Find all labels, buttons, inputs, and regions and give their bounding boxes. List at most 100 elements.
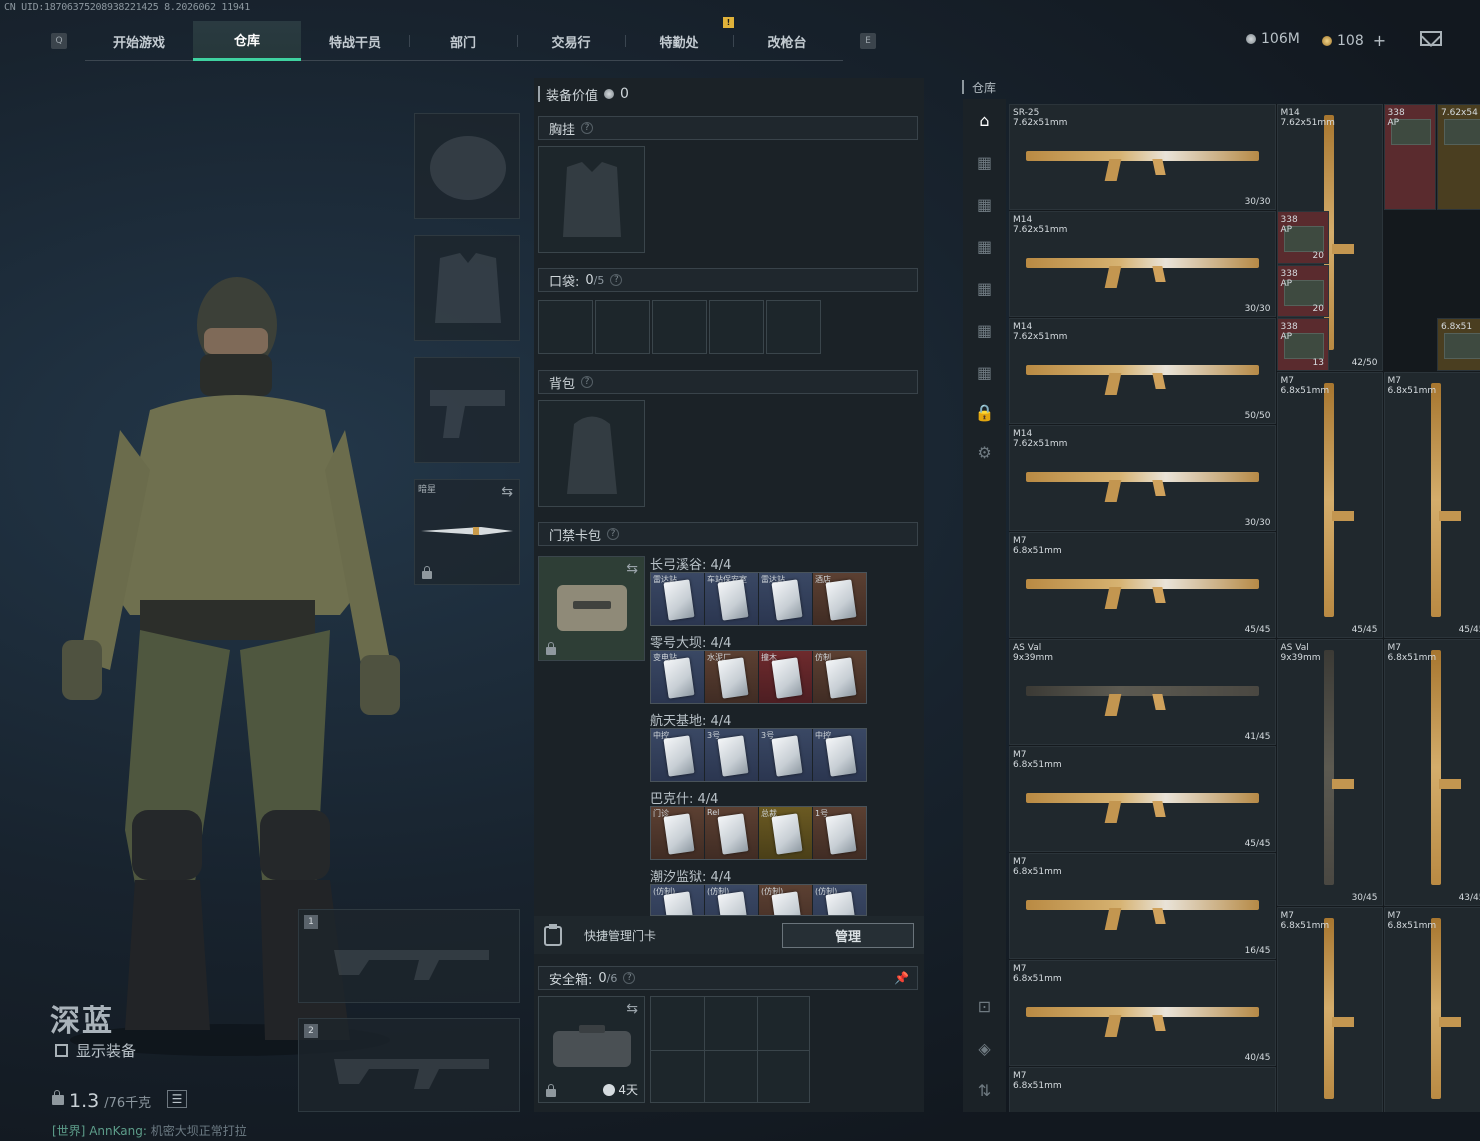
sort-icon[interactable]: ⇅ bbox=[969, 1073, 1000, 1107]
nav-key-e[interactable]: E bbox=[860, 33, 876, 49]
tab-special-ops[interactable]: 特勤处 bbox=[625, 21, 733, 61]
keycard-item[interactable]: 3号 bbox=[705, 729, 758, 781]
mail-icon[interactable] bbox=[1420, 31, 1442, 46]
keycard-item[interactable]: (仿制) bbox=[651, 885, 704, 915]
weapon-item[interactable]: M7 6.8x51mm 45/45 bbox=[1009, 746, 1276, 852]
tab-department[interactable]: 部门 bbox=[409, 21, 517, 61]
keycard-item[interactable]: 雷达站 bbox=[759, 573, 812, 625]
help-icon[interactable]: ? bbox=[610, 274, 623, 286]
armor-icon bbox=[435, 253, 501, 323]
keycard-item[interactable]: 水泥厂 bbox=[705, 651, 758, 703]
weapon-item[interactable]: M7 6.8x51mm bbox=[1276, 906, 1383, 1112]
item-name: M7 6.8x51mm bbox=[1013, 964, 1062, 984]
keycard-item[interactable]: 车站保安室 bbox=[705, 573, 758, 625]
keycard-item[interactable]: 雷达站 bbox=[651, 573, 704, 625]
ammo-item[interactable]: 7.62x54 bbox=[1437, 104, 1480, 210]
pocket-slot[interactable] bbox=[766, 300, 821, 354]
nav-key-q[interactable]: Q bbox=[51, 33, 67, 49]
weapon-item[interactable]: M7 6.8x51mm bbox=[1009, 1067, 1276, 1112]
help-icon[interactable]: ? bbox=[623, 972, 636, 984]
weapon-item[interactable]: M14 7.62x51mm 50/50 bbox=[1009, 318, 1276, 424]
layers-icon[interactable]: ◈ bbox=[969, 1031, 1000, 1065]
ammo-item[interactable]: 338 AP 20 bbox=[1276, 211, 1329, 264]
keycard-item[interactable]: 仿制 bbox=[813, 651, 866, 703]
keycard-case-slot[interactable]: ⇆ bbox=[538, 556, 645, 661]
pin-icon[interactable]: 📌 bbox=[894, 971, 909, 985]
pocket-slot[interactable] bbox=[595, 300, 650, 354]
checkbox[interactable] bbox=[55, 1044, 68, 1057]
keycard-item[interactable]: (仿制) bbox=[759, 885, 812, 915]
lock-icon[interactable]: 🔒 bbox=[969, 395, 1000, 429]
weapon-item[interactable]: AS Val 9x39mm 41/45 bbox=[1009, 639, 1276, 745]
weapon-item[interactable]: M7 6.8x51mm 45/45 bbox=[1009, 532, 1276, 638]
keycard-item[interactable]: 变电站 bbox=[651, 651, 704, 703]
pistol-slot[interactable] bbox=[414, 357, 520, 463]
keycard-item[interactable]: 总裁 bbox=[759, 807, 812, 859]
list-icon[interactable]: ☰ bbox=[167, 1090, 187, 1108]
keycard-item[interactable]: (仿制) bbox=[813, 885, 866, 915]
storage-page-icon[interactable]: ▦ bbox=[969, 229, 1000, 263]
pocket-slot[interactable] bbox=[652, 300, 707, 354]
safe-box-grid[interactable] bbox=[650, 996, 810, 1103]
helmet-slot[interactable] bbox=[414, 113, 520, 219]
ammo-item[interactable]: 6.8x51 bbox=[1437, 318, 1480, 371]
chat-line[interactable]: [世界] AnnKang: 机密大坝正常打拉 bbox=[52, 1122, 247, 1139]
ammo-item[interactable]: 338 AP 20 bbox=[1276, 264, 1329, 317]
weapon-item[interactable]: M7 6.8x51mm 16/45 bbox=[1009, 853, 1276, 959]
gear-icon[interactable]: ⚙ bbox=[969, 435, 1000, 469]
show-equipment-toggle[interactable]: 显示装备 bbox=[55, 1040, 136, 1061]
swap-icon[interactable]: ⇆ bbox=[501, 484, 513, 500]
weapon-item[interactable]: M7 6.8x51mm 43/45 bbox=[1383, 639, 1480, 906]
storage-page-icon[interactable]: ▦ bbox=[969, 187, 1000, 221]
expand-icon[interactable]: ⊡ bbox=[969, 989, 1000, 1023]
weapon-item[interactable]: AS Val 9x39mm 30/45 bbox=[1276, 639, 1383, 906]
weapon-item[interactable]: M7 6.8x51mm 40/45 bbox=[1009, 960, 1276, 1066]
tab-gunsmith[interactable]: 改枪台 bbox=[733, 21, 841, 61]
keycard-item[interactable]: Rel bbox=[705, 807, 758, 859]
keycard-item[interactable]: 门诊 bbox=[651, 807, 704, 859]
armor-slot[interactable] bbox=[414, 235, 520, 341]
keycard-item[interactable]: 1号 bbox=[813, 807, 866, 859]
weapon-item[interactable]: M7 6.8x51mm 45/45 bbox=[1276, 371, 1383, 638]
keycard-item[interactable]: 酒店 bbox=[813, 573, 866, 625]
warehouse-all-icon[interactable]: ⌂ bbox=[969, 103, 1000, 137]
primary-weapon-slot-2[interactable]: 2 bbox=[298, 1018, 520, 1112]
safe-box-slot[interactable]: ⇆ 4天 bbox=[538, 996, 645, 1103]
help-icon[interactable]: ? bbox=[607, 528, 620, 540]
storage-page-icon[interactable]: ▦ bbox=[969, 355, 1000, 389]
weapon-item[interactable]: M7 6.8x51mm 45/45 bbox=[1383, 371, 1480, 638]
add-gold-button[interactable]: + bbox=[1373, 31, 1386, 50]
keycard-item[interactable]: 中控 bbox=[813, 729, 866, 781]
pocket-slot[interactable] bbox=[709, 300, 764, 354]
keycard-item[interactable]: (仿制) bbox=[705, 885, 758, 915]
help-icon[interactable]: ? bbox=[581, 122, 594, 134]
primary-weapon-slot-1[interactable]: 1 bbox=[298, 909, 520, 1003]
pocket-slot[interactable] bbox=[538, 300, 593, 354]
keycard-item[interactable]: 撞木 bbox=[759, 651, 812, 703]
storage-page-icon[interactable]: ▦ bbox=[969, 271, 1000, 305]
weapon-item[interactable]: M14 7.62x51mm 30/30 bbox=[1009, 211, 1276, 317]
keycard-item[interactable]: 中控 bbox=[651, 729, 704, 781]
storage-page-icon[interactable]: ▦ bbox=[969, 313, 1000, 347]
backpack-slot[interactable] bbox=[538, 400, 645, 507]
item-name: M7 6.8x51mm bbox=[1387, 643, 1437, 663]
keycard-icon bbox=[717, 579, 749, 621]
tab-warehouse[interactable]: 仓库 bbox=[193, 21, 301, 61]
keycard-item[interactable]: 3号 bbox=[759, 729, 812, 781]
manage-button[interactable]: 管理 bbox=[782, 923, 914, 948]
tab-operators[interactable]: 特战干员 bbox=[301, 21, 409, 61]
storage-page-icon[interactable]: ▦ bbox=[969, 145, 1000, 179]
swap-icon[interactable]: ⇆ bbox=[626, 561, 638, 577]
weapon-item[interactable]: SR-25 7.62x51mm 30/30 bbox=[1009, 104, 1276, 210]
melee-slot[interactable]: 暗星 ⇆ bbox=[414, 479, 520, 585]
swap-icon[interactable]: ⇆ bbox=[626, 1001, 638, 1017]
rifle-vertical-icon bbox=[1324, 917, 1355, 1099]
chest-rig-slot[interactable] bbox=[538, 146, 645, 253]
tab-trading[interactable]: 交易行 bbox=[517, 21, 625, 61]
ammo-item[interactable]: 338 AP bbox=[1383, 104, 1436, 210]
weapon-item[interactable]: M14 7.62x51mm 30/30 bbox=[1009, 425, 1276, 531]
weapon-item[interactable]: M7 6.8x51mm bbox=[1383, 906, 1480, 1112]
tab-start-game[interactable]: 开始游戏 bbox=[85, 21, 193, 61]
ammo-item[interactable]: 338 AP 13 bbox=[1276, 318, 1329, 371]
help-icon[interactable]: ? bbox=[581, 376, 594, 388]
